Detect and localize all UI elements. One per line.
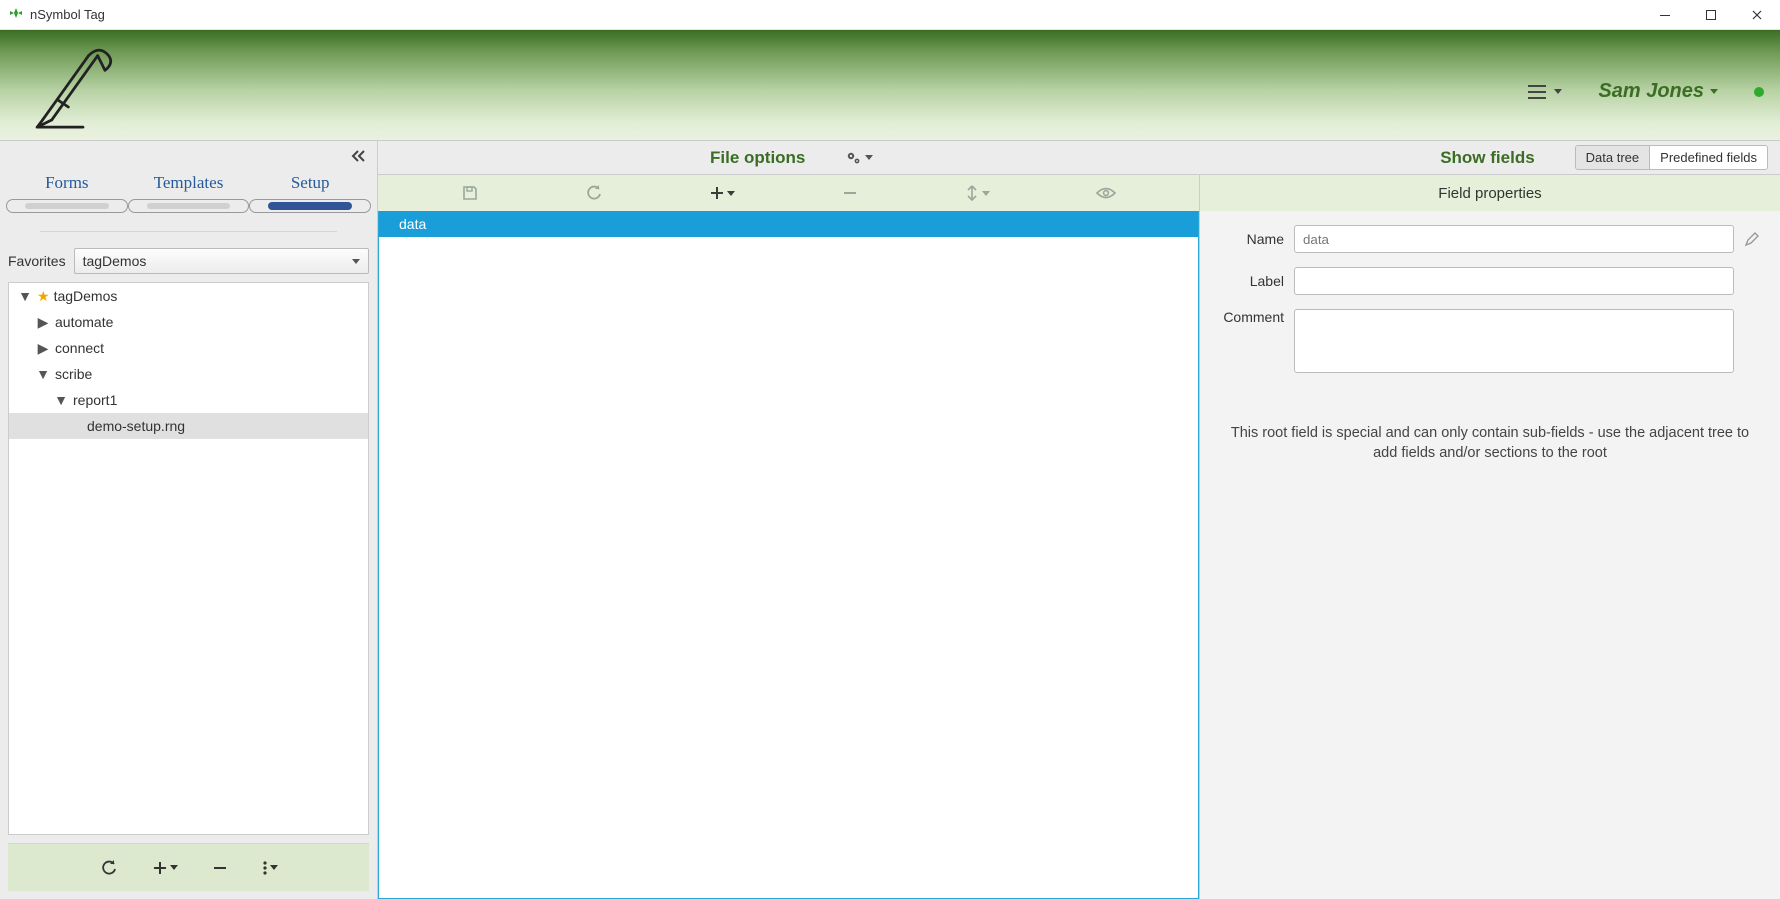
tree-item-label: connect xyxy=(55,340,104,356)
chevron-down-icon xyxy=(982,191,990,196)
collapse-row xyxy=(0,141,377,171)
tree-root[interactable]: ▼ ★ tagDemos xyxy=(9,283,368,309)
file-options-label: File options xyxy=(710,148,805,168)
label-row: Label xyxy=(1216,267,1764,295)
seg-predefined-fields[interactable]: Predefined fields xyxy=(1650,146,1767,169)
tree-twisty-expanded[interactable]: ▼ xyxy=(35,366,51,382)
comment-row: Comment xyxy=(1216,309,1764,373)
favorites-select[interactable]: tagDemos xyxy=(74,248,369,274)
tree-twisty-collapsed[interactable]: ▶ xyxy=(35,314,51,331)
tree-item-automate[interactable]: ▶ automate xyxy=(9,309,368,335)
account-menu-button[interactable]: Sam Jones xyxy=(1598,80,1718,103)
left-pane: Forms Templates Setup Favorites tagDemos… xyxy=(0,141,378,899)
chevron-down-icon xyxy=(865,155,873,160)
more-button[interactable] xyxy=(262,860,278,876)
tree-item-label: report1 xyxy=(73,392,117,408)
tree-item-label: automate xyxy=(55,314,113,330)
tree-item-report1[interactable]: ▼ report1 xyxy=(9,387,368,413)
add-field-button[interactable] xyxy=(709,185,735,201)
comment-label: Comment xyxy=(1216,309,1284,325)
main-area: Forms Templates Setup Favorites tagDemos… xyxy=(0,140,1780,899)
field-properties-title: Field properties xyxy=(1200,175,1780,211)
tree-item-connect[interactable]: ▶ connect xyxy=(9,335,368,361)
name-field[interactable] xyxy=(1294,225,1734,253)
window-titlebar: nSymbol Tag xyxy=(0,0,1780,30)
right-pane: Field properties Name Label xyxy=(1200,175,1780,899)
label-label: Label xyxy=(1216,273,1284,289)
edit-name-button[interactable] xyxy=(1744,231,1764,247)
project-tree[interactable]: ▼ ★ tagDemos ▶ automate ▶ connect ▼ scri… xyxy=(8,282,369,835)
mid-pane: File options Show fields Data tree Prede… xyxy=(378,141,1780,899)
app-header: Sam Jones xyxy=(0,30,1780,140)
main-menu-button[interactable] xyxy=(1528,83,1562,101)
favorites-label: Favorites xyxy=(8,253,66,269)
label-field[interactable] xyxy=(1294,267,1734,295)
tree-item-scribe[interactable]: ▼ scribe xyxy=(9,361,368,387)
tree-item-demo-setup[interactable]: demo-setup.rng xyxy=(9,413,368,439)
left-bottom-toolbar xyxy=(8,843,369,891)
fields-view-segment: Data tree Predefined fields xyxy=(1575,145,1768,170)
window-close-button[interactable] xyxy=(1734,0,1780,30)
tab-forms[interactable]: Forms xyxy=(6,171,128,199)
window-minimize-button[interactable] xyxy=(1642,0,1688,30)
tab-setup[interactable]: Setup xyxy=(249,171,371,199)
tab-indicator-setup xyxy=(249,199,371,213)
chevron-down-icon xyxy=(1554,89,1562,94)
root-field-help-text: This root field is special and can only … xyxy=(1200,383,1780,464)
window-maximize-button[interactable] xyxy=(1688,0,1734,30)
editor-split: data Field properties Name Lab xyxy=(378,175,1780,899)
chevron-down-icon xyxy=(270,865,278,870)
tree-item-label: scribe xyxy=(55,366,92,382)
field-tree-root-label: data xyxy=(399,216,426,232)
window-title: nSymbol Tag xyxy=(30,7,105,22)
sub-toolbar: File options Show fields Data tree Prede… xyxy=(378,141,1780,175)
left-tabs-indicator xyxy=(0,199,377,217)
center-toolbar xyxy=(378,175,1199,211)
favorites-row: Favorites tagDemos xyxy=(0,248,377,282)
center-pane: data xyxy=(378,175,1200,899)
chevron-down-icon xyxy=(1710,89,1718,94)
tab-indicator-templates xyxy=(128,199,250,213)
header-right-tools: Sam Jones xyxy=(1528,80,1764,103)
move-field-button[interactable] xyxy=(964,184,990,202)
chevron-down-icon xyxy=(170,865,178,870)
app-logo-icon xyxy=(12,35,132,135)
preview-button[interactable] xyxy=(1096,186,1116,200)
tab-indicator-forms xyxy=(6,199,128,213)
tree-item-label: demo-setup.rng xyxy=(87,418,185,434)
left-tabs: Forms Templates Setup xyxy=(0,171,377,199)
tree-twisty-collapsed[interactable]: ▶ xyxy=(35,340,51,357)
field-properties-form: Name Label Comment xyxy=(1200,211,1780,383)
field-tree[interactable]: data xyxy=(378,211,1199,899)
remove-button[interactable] xyxy=(212,860,228,876)
field-tree-root[interactable]: data xyxy=(379,211,1198,237)
show-fields-label: Show fields xyxy=(1440,148,1534,168)
tree-twisty-expanded[interactable]: ▼ xyxy=(53,392,69,408)
tab-templates[interactable]: Templates xyxy=(128,171,250,199)
remove-field-button[interactable] xyxy=(842,185,858,201)
reload-button[interactable] xyxy=(585,184,603,202)
chevron-down-icon xyxy=(727,191,735,196)
file-options-button[interactable] xyxy=(845,149,873,167)
save-button[interactable] xyxy=(461,184,479,202)
tree-root-label: tagDemos xyxy=(54,288,118,304)
chevron-down-icon xyxy=(352,259,360,264)
refresh-button[interactable] xyxy=(100,859,118,877)
collapse-left-pane-button[interactable] xyxy=(351,149,367,163)
seg-data-tree[interactable]: Data tree xyxy=(1576,146,1650,169)
account-name: Sam Jones xyxy=(1598,80,1704,103)
star-icon: ★ xyxy=(37,288,50,305)
name-label: Name xyxy=(1216,231,1284,247)
app-icon xyxy=(8,7,24,23)
connection-status-icon xyxy=(1754,87,1764,97)
favorites-value: tagDemos xyxy=(83,253,147,269)
tree-twisty-expanded[interactable]: ▼ xyxy=(17,288,33,304)
name-row: Name xyxy=(1216,225,1764,253)
comment-field[interactable] xyxy=(1294,309,1734,373)
add-button[interactable] xyxy=(152,860,178,876)
